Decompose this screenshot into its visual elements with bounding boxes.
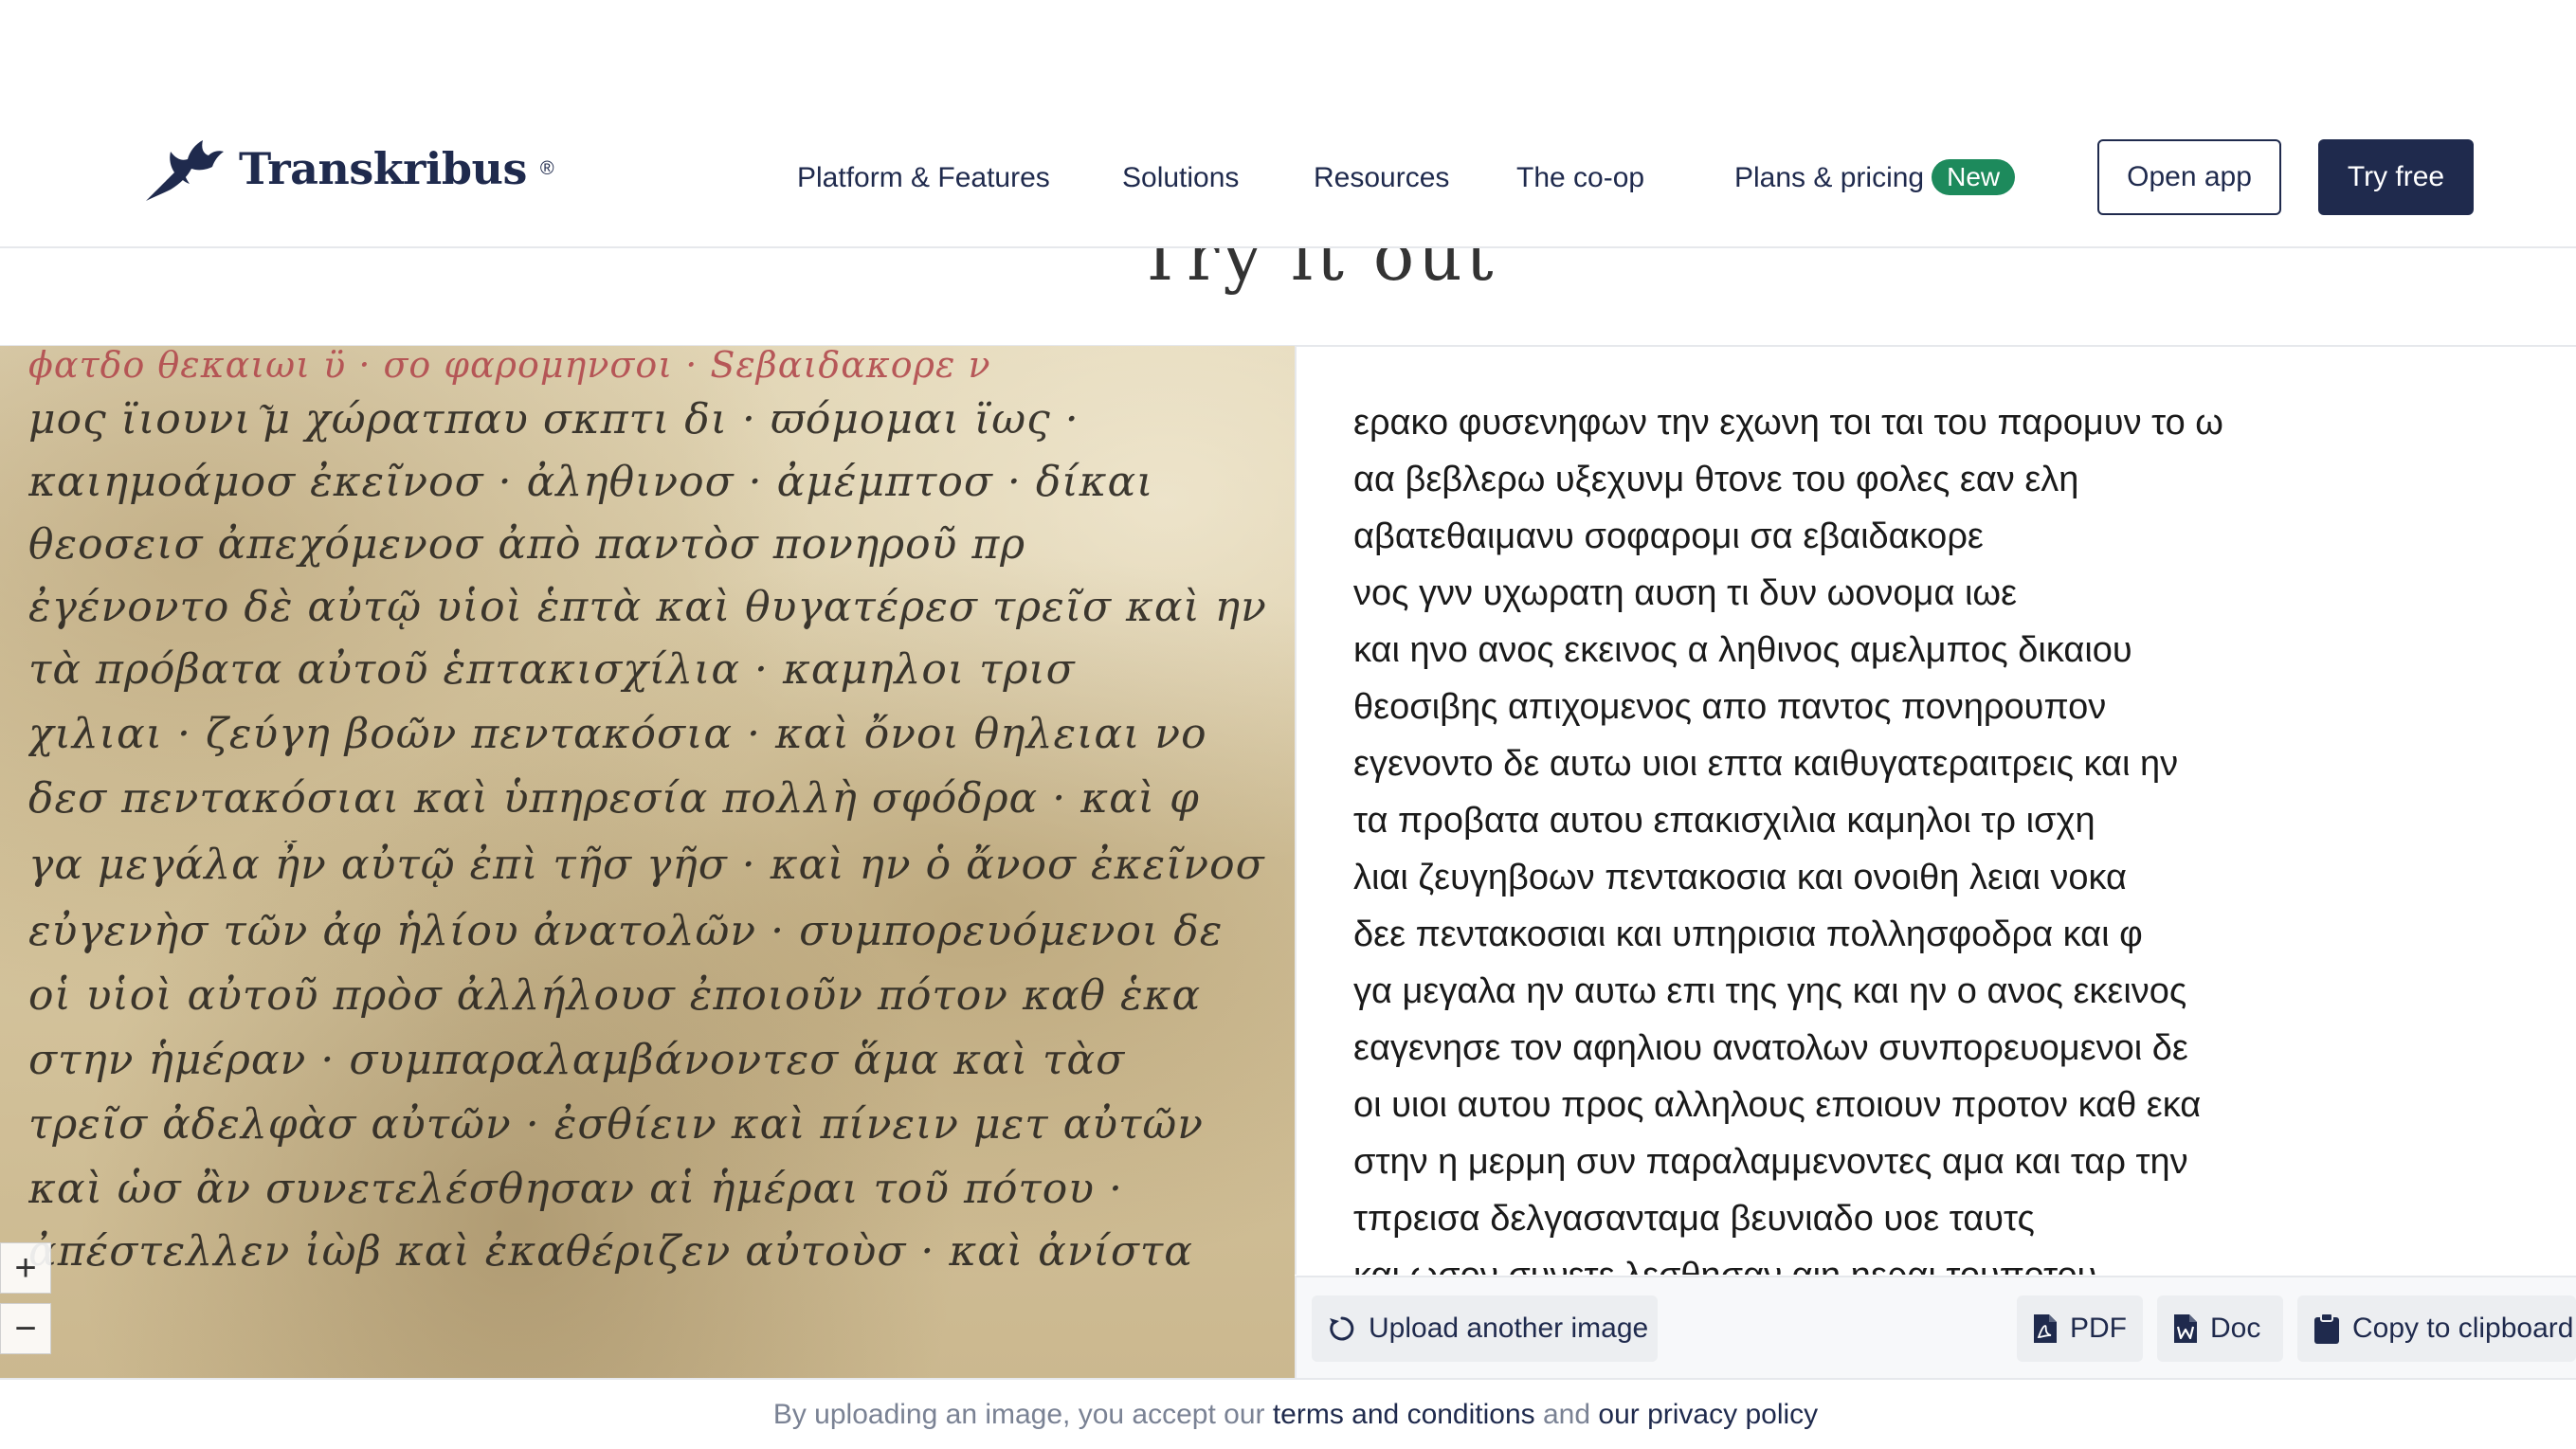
nav-plans-pricing[interactable]: Plans & pricing New	[1734, 157, 2016, 199]
pdf-download-button[interactable]: PDF	[2017, 1295, 2143, 1362]
doc-label: Doc	[2210, 1313, 2261, 1344]
privacy-link[interactable]: our privacy policy	[1598, 1399, 1818, 1430]
manuscript-line: χιλιαι · ζεύγη βοῶν πεντακόσια · καὶ ὄνο…	[28, 710, 1207, 758]
upload-another-button[interactable]: Upload another image	[1312, 1295, 1658, 1362]
nav-plans-pricing-label: Plans & pricing	[1734, 162, 1925, 193]
nav-platform-features[interactable]: Platform & Features	[797, 157, 1050, 199]
consent-prefix: By uploading an image, you accept our	[772, 1399, 1273, 1430]
nav-solutions[interactable]: Solutions	[1122, 157, 1239, 199]
manuscript-line: ἐγένοντο δὲ αὐτῷ υἱοὶ ἑπτὰ καὶ θυγατέρεσ…	[28, 583, 1267, 631]
clipboard-icon	[2314, 1313, 2339, 1344]
copy-label: Copy to clipboard	[2352, 1313, 2574, 1344]
manuscript-line: στην ἡμέραν · συμπαραλαμβάνοντεσ ἅμα καὶ…	[28, 1036, 1126, 1084]
transcription-line: δεε πεντακοσιαι και υπηρισια πολλησφοδρα…	[1353, 915, 2143, 954]
manuscript-line: καὶ ὡσ ἂν συνετελέσθησαν αἱ ἡμέραι τοῦ π…	[28, 1165, 1123, 1213]
manuscript-line: μος ϊιουνι ͂μ χώρατπαυ σκπτι δι · ϖόμομα…	[28, 395, 1079, 444]
manuscript-line: οἱ υἱοὶ αὐτοῦ πρὸσ ἀλλήλουσ ἐποιοῦν πότο…	[28, 971, 1202, 1020]
result-toolbar: Upload another image PDF Doc Copy to cli…	[1295, 1276, 2576, 1378]
manuscript-line: τὰ πρόβατα αὐτοῦ ἑπτακισχίλια · καμηλοι …	[28, 645, 1076, 694]
word-doc-icon	[2174, 1314, 2197, 1343]
transcription-line: λιαι ζευγηβοων πεντακοσια και ονοιθη λει…	[1353, 858, 2127, 897]
transcription-line: και ωσον συνετε λεσθησαν αιη ηεραι τουπο…	[1353, 1252, 2096, 1275]
transcription-line: γα μεγαλα ην αυτω επι της γης και ην ο α…	[1353, 971, 2187, 1011]
consent-notice: By uploading an image, you accept our te…	[0, 1399, 2576, 1431]
copy-to-clipboard-button[interactable]: Copy to clipboard	[2297, 1295, 2576, 1362]
transcription-line: εγενοντο δε αυτω υιοι επτα καιθυγατεραιτ…	[1353, 744, 2179, 784]
transcription-panel[interactable]: ερακο φυσενηφων την εχωνη τοι ται του πα…	[1295, 346, 2576, 1275]
footer-divider	[0, 1378, 2576, 1380]
manuscript-line: καιημοάμοσ ἐκεῖνοσ · ἀληθινοσ · ἀμέμπτοσ…	[28, 458, 1154, 506]
pdf-label: PDF	[2070, 1313, 2127, 1344]
manuscript-image[interactable]: ϕατδο θεκαιωι ϋ · σο φαρομηνσοι · Sεβαιδ…	[0, 346, 1295, 1379]
transcription-line: εαγενησε τον αφηλιου ανατολων συνπορευομ…	[1353, 1028, 2188, 1068]
transcription-line: στην η μερμη συν παραλαμμενοντες αμα και…	[1353, 1142, 2188, 1182]
open-app-button[interactable]: Open app	[2097, 139, 2281, 215]
try-free-button[interactable]: Try free	[2318, 139, 2474, 215]
manuscript-line: ἀπέστελλεν ἰὼβ καὶ ἐκαθέριζεν αὐτοὺσ · κ…	[28, 1227, 1193, 1276]
manuscript-line: γα μεγάλα ἦν αὐτῷ ἐπὶ τῆσ γῆσ · καὶ ην ὁ…	[28, 841, 1265, 889]
transcription-line: θεοσιβης απιχομενος απο παντος πονηρουπο…	[1353, 687, 2107, 727]
manuscript-line: τρεῖσ ἀδελφὰσ αὐτῶν · ἐσθίειν καὶ πίνειν…	[28, 1100, 1204, 1149]
transcription-line: νος γνν υχωρατη αυση τι δυν ωονομα ιωε	[1353, 573, 2018, 613]
transcription-line: αβατεθαιμανυ σοφαρομι σα εβαιδακορε	[1353, 516, 1984, 556]
transcription-line: ερακο φυσενηφων την εχωνη τοι ται του πα…	[1353, 403, 2223, 443]
upload-another-label: Upload another image	[1369, 1313, 1649, 1344]
transcription-line: αα βεβλερω υξεχυνμ θτονε του φολες εαν ε…	[1353, 460, 2079, 499]
terms-link[interactable]: terms and conditions	[1273, 1399, 1535, 1430]
refresh-icon	[1330, 1316, 1354, 1341]
nav-resources[interactable]: Resources	[1314, 157, 1449, 199]
manuscript-line: εὐγενὴσ τῶν ἀφ ἡλίου ἀνατολῶν · συμπορευ…	[28, 907, 1224, 955]
manuscript-line: θεοσεισ ἀπεχόμενοσ ἀπὸ παντὸσ πονηροῦ πρ	[28, 520, 1026, 569]
zoom-in-button[interactable]: +	[0, 1242, 51, 1294]
transcription-line: τπρεισα δελγασανταμα βευνιαδο υοε ταυτς	[1353, 1199, 2035, 1239]
nav-co-op[interactable]: The co-op	[1516, 157, 1644, 199]
manuscript-line: ϕατδο θεκαιωι ϋ · σο φαρομηνσοι · Sεβαιδ…	[28, 346, 991, 386]
transcription-line: οι υιοι αυτου προς αλληλους εποιουν προτ…	[1353, 1085, 2202, 1125]
transcription-line: τα προβατα αυτου επακισχιλια καμηλοι τρ …	[1353, 801, 2095, 841]
new-badge: New	[1932, 159, 2016, 196]
pdf-file-icon	[2034, 1314, 2057, 1343]
manuscript-line: δεσ πεντακόσιαι καὶ ὑπηρεσία πολλὴ σφόδρ…	[28, 774, 1200, 823]
zoom-out-button[interactable]: −	[0, 1303, 51, 1354]
consent-and: and	[1534, 1399, 1599, 1430]
site-header: Transkribus ® Platform & Features Solutio…	[0, 0, 2576, 248]
doc-download-button[interactable]: Doc	[2157, 1295, 2283, 1362]
transcription-line: και ηνο ανος εκεινος α ληθινος αμελμπος …	[1353, 630, 2132, 670]
